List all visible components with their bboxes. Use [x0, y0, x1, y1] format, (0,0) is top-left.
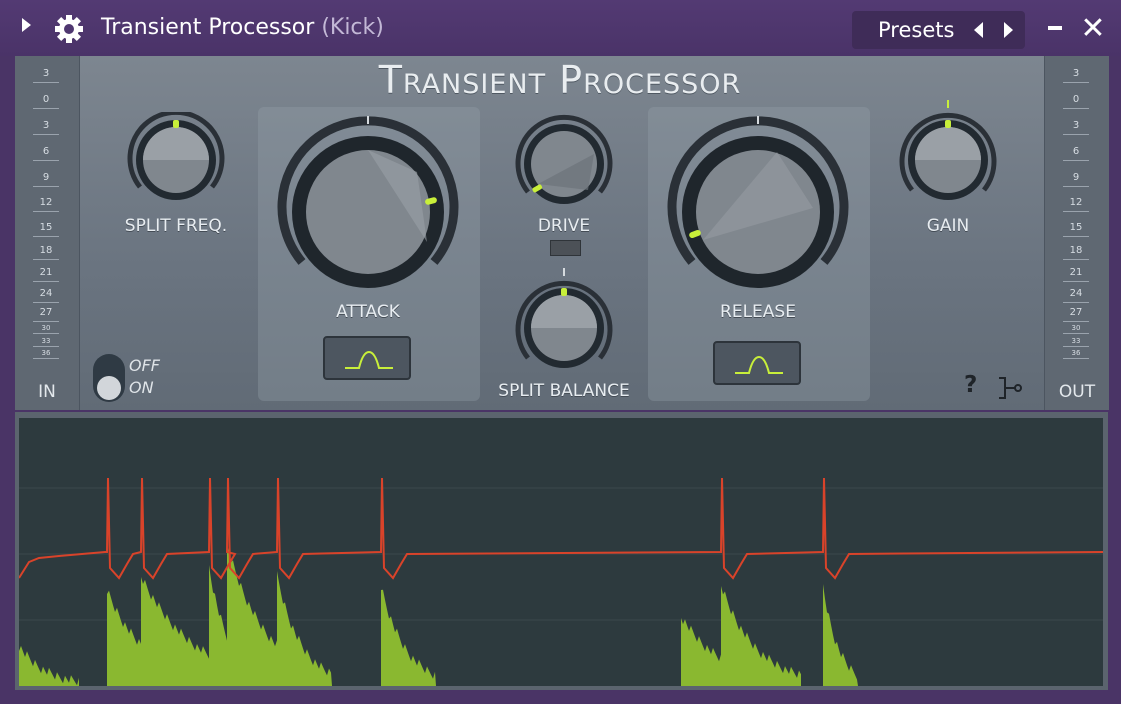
split-balance-knob[interactable] — [508, 268, 620, 380]
output-meter-tick: 36 — [1063, 349, 1089, 359]
input-meter-tick: 24 — [33, 288, 59, 303]
output-meter-tick: 24 — [1063, 288, 1089, 303]
attack-label: ATTACK — [336, 302, 400, 322]
presets-box: Presets — [852, 11, 1025, 49]
split-freq-label: SPLIT FREQ. — [124, 216, 228, 236]
release-curve-icon — [735, 355, 783, 374]
toggle-off-label: OFF — [129, 356, 160, 375]
output-meter-tick: 3 — [1063, 68, 1089, 83]
gain-indicator — [945, 120, 951, 128]
input-meter-tick: 27 — [33, 307, 59, 322]
input-meter-scale: 3 0 3 6 9 12 15 18 21 24 27 30 33 36 — [33, 62, 59, 368]
output-meter-tick: 30 — [1063, 324, 1089, 334]
preset-previous-icon[interactable] — [974, 22, 983, 38]
plugin-title: Transient Processor — [378, 58, 742, 102]
output-meter-tick: 27 — [1063, 307, 1089, 322]
split-balance-indicator — [561, 288, 567, 296]
release-curve-button[interactable] — [713, 341, 801, 385]
input-meter-tick: 12 — [33, 197, 59, 212]
minimize-icon[interactable] — [1048, 26, 1062, 30]
close-icon[interactable]: ✕ — [1080, 14, 1106, 44]
release-knob[interactable] — [667, 112, 849, 288]
output-meter-scale: 3 0 3 6 9 12 15 18 21 24 27 30 33 36 — [1063, 62, 1089, 368]
expand-arrow-icon[interactable] — [22, 18, 31, 32]
split-freq-knob[interactable] — [120, 112, 232, 212]
window-title: Transient Processor (Kick) — [101, 13, 384, 43]
input-meter-tick: 15 — [33, 222, 59, 237]
input-meter-label: IN — [38, 382, 56, 402]
gain-knob[interactable] — [892, 100, 1004, 212]
output-meter-tick: 9 — [1063, 172, 1089, 187]
gain-label: GAIN — [926, 216, 970, 236]
routing-icon[interactable] — [995, 374, 1023, 402]
release-label: RELEASE — [720, 302, 796, 322]
output-meter-tick: 18 — [1063, 245, 1089, 260]
attack-knob[interactable] — [277, 112, 459, 288]
input-meter-tick: 30 — [33, 324, 59, 334]
output-meter-label: OUT — [1058, 382, 1096, 402]
toggle-on-label: ON — [129, 378, 154, 397]
on-off-toggle[interactable] — [93, 354, 125, 402]
drive-knob[interactable] — [508, 112, 620, 212]
help-icon[interactable]: ? — [964, 372, 977, 398]
output-meter-tick: 12 — [1063, 197, 1089, 212]
attack-curve-button[interactable] — [323, 336, 411, 380]
attack-curve-icon — [345, 350, 393, 369]
output-meter-tick: 33 — [1063, 337, 1089, 347]
input-meter-tick: 9 — [33, 172, 59, 187]
waveform-burst — [381, 589, 436, 686]
drive-label: DRIVE — [537, 216, 591, 236]
split-balance-label: SPLIT BALANCE — [498, 381, 630, 401]
preset-next-icon[interactable] — [1004, 22, 1013, 38]
output-meter-tick: 6 — [1063, 146, 1089, 161]
title-bar: Transient Processor (Kick) Presets ✕ — [0, 0, 1121, 56]
output-meter-tick: 0 — [1063, 94, 1089, 109]
split-freq-indicator — [173, 120, 179, 128]
input-meter-tick: 3 — [33, 68, 59, 83]
input-meter-tick: 3 — [33, 120, 59, 135]
waveform-display — [19, 418, 1103, 686]
drive-led — [550, 240, 581, 256]
output-meter-tick: 15 — [1063, 222, 1089, 237]
output-meter-tick: 3 — [1063, 120, 1089, 135]
output-meter: 3 0 3 6 9 12 15 18 21 24 27 30 33 36 OUT — [1044, 56, 1109, 410]
input-meter-tick: 18 — [33, 245, 59, 260]
presets-button[interactable]: Presets — [878, 15, 954, 45]
input-meter: 3 0 3 6 9 12 15 18 21 24 27 30 33 36 IN — [15, 56, 80, 410]
input-meter-tick: 0 — [33, 94, 59, 109]
waveform-burst — [19, 645, 79, 686]
toggle-knob — [97, 376, 121, 400]
window-title-text: Transient Processor — [101, 15, 315, 40]
input-meter-tick: 6 — [33, 146, 59, 161]
input-meter-tick: 33 — [33, 337, 59, 347]
waveform-burst — [277, 571, 332, 686]
window-subtitle: (Kick) — [321, 15, 384, 40]
gain-envelope-line — [19, 477, 1103, 580]
output-meter-tick: 21 — [1063, 267, 1089, 282]
plugin-window: Transient Processor (Kick) Presets ✕ 303… — [0, 0, 1121, 704]
waveform-burst — [823, 584, 858, 686]
waveform-burst — [721, 586, 801, 686]
input-meter-tick: 21 — [33, 267, 59, 282]
input-meter-tick: 36 — [33, 349, 59, 359]
gear-icon[interactable] — [54, 14, 84, 44]
